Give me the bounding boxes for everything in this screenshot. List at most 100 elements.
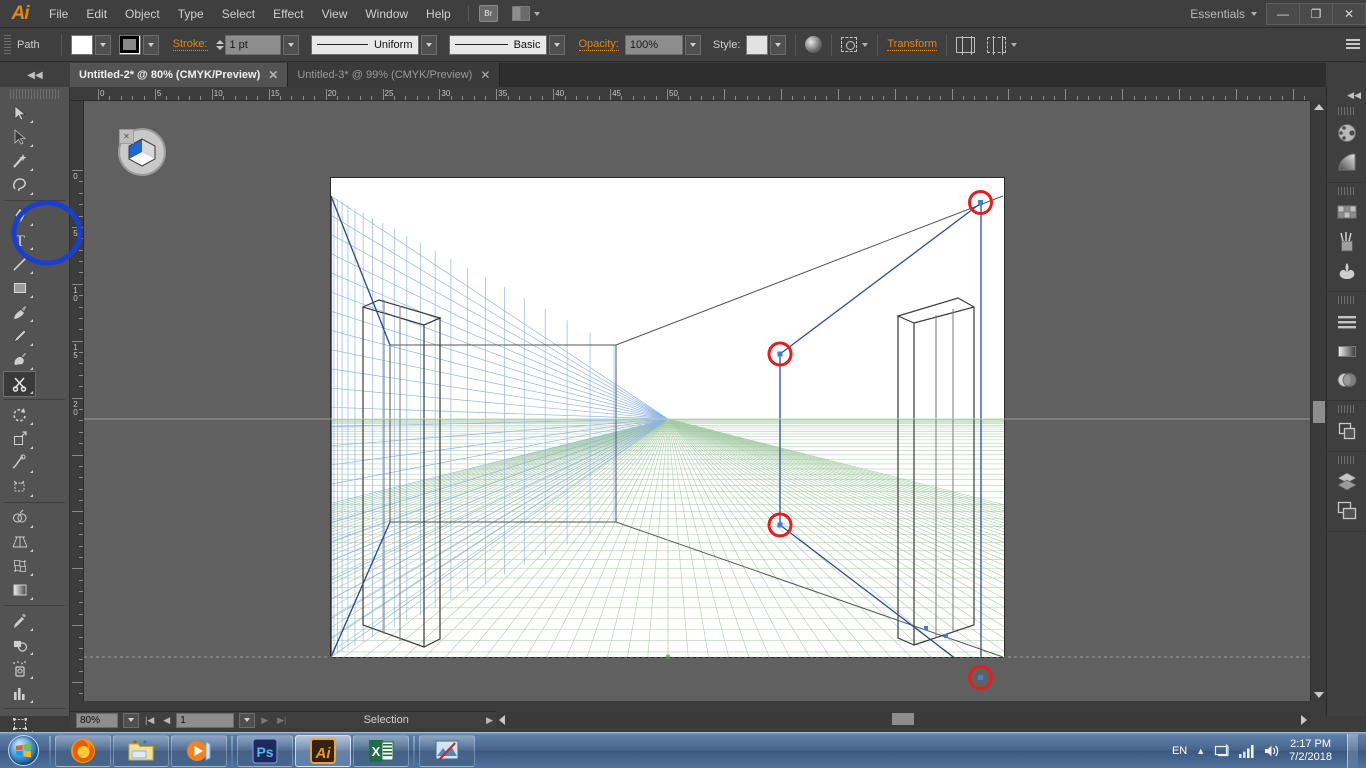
chevron-down-icon[interactable] [862, 42, 869, 47]
type-tool[interactable]: T [4, 228, 35, 252]
transform-link[interactable]: Transform [887, 38, 938, 51]
no-plane-icon[interactable]: ✕ [119, 129, 134, 144]
close-icon[interactable]: ✕ [268, 68, 278, 82]
column-graph-tool[interactable] [4, 681, 35, 705]
appearance-panel-icon[interactable] [1327, 416, 1366, 445]
minimize-button[interactable]: — [1266, 2, 1300, 25]
taskbar-photoshop[interactable]: Ps [237, 734, 293, 767]
selection-tool[interactable] [4, 101, 35, 125]
paintbrush-tool[interactable] [4, 300, 35, 324]
stroke-profile-dropdown[interactable] [420, 34, 437, 55]
last-page-icon[interactable]: ▶| [274, 715, 289, 726]
restore-button[interactable]: ❐ [1299, 2, 1333, 25]
volume-icon[interactable] [1264, 744, 1280, 758]
bridge-icon[interactable]: Br [478, 5, 498, 22]
recolor-artwork-icon[interactable] [805, 36, 823, 53]
shape-builder-tool[interactable] [4, 506, 35, 530]
graphic-style-swatch[interactable] [746, 34, 769, 55]
tabbar-collapse-left[interactable]: ◀◀ [0, 63, 70, 87]
status-menu-icon[interactable]: ▶ [483, 715, 496, 726]
swatches-panel-icon[interactable] [1327, 198, 1366, 227]
opacity-label[interactable]: Opacity: [578, 38, 619, 51]
stroke-control[interactable] [118, 34, 159, 55]
scale-tool[interactable] [4, 427, 35, 451]
horizontal-scrollbar[interactable] [496, 711, 1310, 727]
zoom-dropdown[interactable] [123, 712, 139, 728]
fill-dropdown[interactable] [94, 34, 111, 55]
color-guide-panel-icon[interactable] [1327, 147, 1366, 176]
vertical-scrollbar[interactable] [1310, 101, 1326, 701]
stroke-weight-dropdown[interactable] [282, 34, 299, 55]
arrange-documents-button[interactable] [511, 6, 540, 21]
menu-file[interactable]: File [40, 0, 77, 28]
zoom-level-field[interactable]: 80% [76, 712, 118, 728]
document-tab[interactable]: Untitled-3* @ 99% (CMYK/Preview) ✕ [288, 63, 501, 87]
language-indicator[interactable]: EN [1172, 745, 1187, 757]
vertical-ruler[interactable]: 05101520 [70, 101, 84, 701]
brush-combo[interactable]: Basic [448, 34, 547, 55]
direct-selection-tool[interactable] [4, 125, 35, 149]
tools-panel-grip[interactable] [10, 89, 59, 99]
lasso-tool[interactable] [4, 173, 35, 197]
artboard-dropdown[interactable] [239, 712, 256, 728]
transparency-panel-icon[interactable] [1327, 365, 1366, 394]
menu-type[interactable]: Type [169, 0, 213, 28]
eyedropper-tool[interactable] [4, 609, 35, 633]
menu-edit[interactable]: Edit [77, 0, 116, 28]
brushes-panel-icon[interactable] [1327, 227, 1366, 256]
clock[interactable]: 2:17 PM 7/2/2018 [1289, 738, 1332, 764]
horizontal-ruler[interactable]: 0 5 10 15 20 25 30 35 40 45 50 [70, 87, 1310, 101]
menu-view[interactable]: View [313, 0, 357, 28]
blend-tool[interactable] [4, 633, 35, 657]
isolate-selection-control[interactable] [841, 37, 869, 52]
taskbar-image-editor[interactable] [419, 734, 475, 767]
taskbar-excel[interactable]: X [353, 734, 409, 767]
start-button[interactable] [0, 734, 46, 768]
stroke-dropdown[interactable] [142, 34, 159, 55]
menu-help[interactable]: Help [417, 0, 460, 28]
width-tool[interactable] [4, 451, 35, 475]
opacity-value[interactable]: 100% [624, 34, 683, 55]
show-desktop-button[interactable] [1347, 733, 1358, 768]
align-icon[interactable] [956, 35, 976, 55]
workspace-switcher[interactable]: Essentials [1184, 7, 1251, 21]
signal-icon[interactable] [1239, 744, 1255, 758]
text-wrap-control[interactable] [987, 35, 1018, 55]
menu-effect[interactable]: Effect [264, 0, 312, 28]
control-bar-grip[interactable] [4, 34, 11, 55]
symbols-panel-icon[interactable] [1327, 256, 1366, 285]
taskbar-illustrator[interactable]: Ai [295, 734, 351, 767]
taskbar-media-player[interactable] [171, 734, 227, 767]
layers-panel-icon[interactable] [1327, 467, 1366, 496]
taskbar-explorer[interactable] [113, 734, 169, 767]
artboards-panel-icon[interactable] [1327, 496, 1366, 525]
rectangle-tool[interactable] [4, 276, 35, 300]
scroll-right-arrow[interactable] [1301, 715, 1307, 725]
next-page-icon[interactable]: ▶ [258, 715, 271, 726]
stroke-profile-control[interactable]: Uniform [310, 34, 437, 55]
brush-dropdown[interactable] [548, 34, 565, 55]
vertical-scroll-thumb[interactable] [1313, 401, 1325, 423]
perspective-grid-tool[interactable] [4, 530, 35, 554]
document-tab-active[interactable]: Untitled-2* @ 80% (CMYK/Preview) ✕ [70, 63, 289, 87]
dock-group-grip[interactable] [1338, 107, 1355, 115]
pencil-tool[interactable] [4, 324, 35, 348]
pen-tool[interactable] [4, 204, 35, 228]
dock-group-grip[interactable] [1338, 296, 1355, 304]
mesh-tool[interactable] [4, 554, 35, 578]
gradient-tool[interactable] [4, 578, 35, 602]
perspective-drawing[interactable] [84, 101, 1310, 701]
symbol-sprayer-tool[interactable] [4, 657, 35, 681]
stroke-weight-value[interactable]: 1 pt [224, 34, 281, 55]
network-icon[interactable] [1214, 743, 1230, 758]
gradient-panel-icon[interactable] [1327, 336, 1366, 365]
first-page-icon[interactable]: |◀ [142, 715, 157, 726]
canvas-area[interactable]: ✕ [84, 101, 1310, 701]
dock-group-grip[interactable] [1338, 187, 1355, 195]
stroke-panel-icon[interactable] [1327, 307, 1366, 336]
show-hidden-icons[interactable]: ▲ [1196, 746, 1205, 756]
brush-definition-control[interactable]: Basic [448, 34, 565, 55]
prev-page-icon[interactable]: ◀ [160, 715, 173, 726]
perspective-plane-switcher[interactable]: ✕ [118, 128, 166, 176]
stroke-profile-combo[interactable]: Uniform [310, 34, 419, 55]
